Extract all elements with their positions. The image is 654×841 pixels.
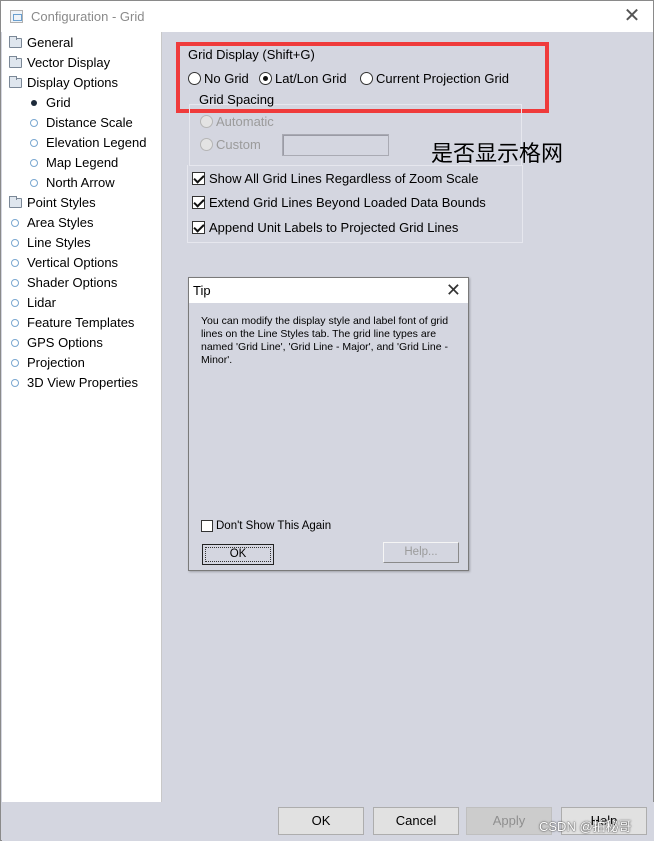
sidebar-item-label: Projection xyxy=(27,355,85,370)
sidebar-item-vertical-options[interactable]: Vertical Options xyxy=(2,253,160,273)
sidebar-item-display-options[interactable]: Display Options xyxy=(2,73,160,93)
circle-icon xyxy=(11,359,19,367)
circle-icon xyxy=(11,279,19,287)
sidebar-item-label: Area Styles xyxy=(27,215,94,230)
configuration-window: Configuration - Grid ✕ General Vector Di… xyxy=(0,0,654,841)
sidebar-item-label: General xyxy=(27,35,74,50)
sidebar-item-label: Vertical Options xyxy=(27,255,119,270)
checkbox-label: Don't Show This Again xyxy=(216,520,332,532)
sidebar-item-point-styles[interactable]: Point Styles xyxy=(2,193,160,213)
folder-open-icon xyxy=(9,76,22,88)
sidebar-item-3d-view-properties[interactable]: 3D View Properties xyxy=(2,373,160,393)
sidebar-item-label: GPS Options xyxy=(27,335,103,350)
close-icon[interactable]: ✕ xyxy=(619,4,645,28)
sidebar-item-line-styles[interactable]: Line Styles xyxy=(2,233,160,253)
sidebar-tree: General Vector Display Display Options G… xyxy=(2,32,162,802)
circle-icon xyxy=(11,319,19,327)
annotation-text: 是否显示格网 xyxy=(431,142,564,167)
tip-help-button[interactable]: Help... xyxy=(383,542,459,563)
sidebar-item-north-arrow[interactable]: North Arrow xyxy=(2,173,160,193)
tip-title: Tip xyxy=(193,283,211,298)
watermark: CSDN @拍秘哥 xyxy=(539,819,632,834)
sidebar-item-general[interactable]: General xyxy=(2,33,160,53)
checkbox-label: Extend Grid Lines Beyond Loaded Data Bou… xyxy=(209,195,486,210)
sidebar-item-label: North Arrow xyxy=(46,175,115,190)
tip-message: You can modify the display style and lab… xyxy=(201,315,449,366)
radio-label: Current Projection Grid xyxy=(376,71,509,86)
circle-icon xyxy=(11,219,19,227)
circle-icon xyxy=(11,239,19,247)
checkbox-label: Show All Grid Lines Regardless of Zoom S… xyxy=(209,171,479,186)
sidebar-item-elevation-legend[interactable]: Elevation Legend xyxy=(2,133,160,153)
custom-spacing-input[interactable] xyxy=(282,134,389,156)
radio-indicator xyxy=(200,115,213,128)
checkbox-label: Append Unit Labels to Projected Grid Lin… xyxy=(209,220,459,235)
sidebar-item-label: Grid xyxy=(46,95,71,110)
tip-title-bar: Tip ✕ xyxy=(189,278,468,303)
sidebar-item-gps-options[interactable]: GPS Options xyxy=(2,333,160,353)
bullet-icon xyxy=(31,100,37,106)
circle-icon xyxy=(30,179,38,187)
sidebar-item-label: Point Styles xyxy=(27,195,96,210)
circle-icon xyxy=(30,159,38,167)
sidebar-item-label: Distance Scale xyxy=(46,115,133,130)
title-bar: Configuration - Grid ✕ xyxy=(1,1,653,32)
sidebar-item-distance-scale[interactable]: Distance Scale xyxy=(2,113,160,133)
sidebar-item-shader-options[interactable]: Shader Options xyxy=(2,273,160,293)
sidebar-item-label: Shader Options xyxy=(27,275,118,290)
grid-spacing-title: Grid Spacing xyxy=(199,92,275,107)
sidebar-item-label: Display Options xyxy=(27,75,119,90)
tip-dialog: Tip ✕ You can modify the display style a… xyxy=(188,277,469,571)
radio-indicator xyxy=(360,72,373,85)
radio-indicator xyxy=(188,72,201,85)
sidebar-item-label: 3D View Properties xyxy=(27,375,139,390)
radio-indicator xyxy=(200,138,213,151)
sidebar-item-label: Map Legend xyxy=(46,155,119,170)
circle-icon xyxy=(11,339,19,347)
radio-label: Automatic xyxy=(216,114,274,129)
radio-label: Lat/Lon Grid xyxy=(275,71,347,86)
app-icon xyxy=(10,10,23,23)
window-title: Configuration - Grid xyxy=(31,9,145,24)
sidebar-item-projection[interactable]: Projection xyxy=(2,353,160,373)
folder-icon xyxy=(9,36,22,48)
sidebar-item-label: Feature Templates xyxy=(27,315,135,330)
radio-label: Custom xyxy=(216,137,261,152)
ok-button[interactable]: OK xyxy=(278,807,364,835)
cancel-button[interactable]: Cancel xyxy=(373,807,459,835)
folder-icon xyxy=(9,56,22,68)
sidebar-item-label: Lidar xyxy=(27,295,56,310)
circle-icon xyxy=(11,379,19,387)
tip-ok-button[interactable]: OK xyxy=(202,544,274,565)
sidebar-item-grid[interactable]: Grid xyxy=(2,93,160,113)
sidebar-item-label: Vector Display xyxy=(27,55,111,70)
close-icon[interactable]: ✕ xyxy=(446,278,461,303)
grid-display-group-title: Grid Display (Shift+G) xyxy=(188,47,315,62)
sidebar-item-lidar[interactable]: Lidar xyxy=(2,293,160,313)
radio-label: No Grid xyxy=(204,71,249,86)
circle-icon xyxy=(30,119,38,127)
sidebar-item-area-styles[interactable]: Area Styles xyxy=(2,213,160,233)
radio-indicator-selected xyxy=(259,72,272,85)
checkbox-indicator-checked xyxy=(192,221,205,234)
sidebar-item-label: Elevation Legend xyxy=(46,135,147,150)
sidebar-item-label: Line Styles xyxy=(27,235,91,250)
checkbox-indicator xyxy=(201,520,213,532)
circle-icon xyxy=(30,139,38,147)
sidebar-item-map-legend[interactable]: Map Legend xyxy=(2,153,160,173)
checkbox-indicator-checked xyxy=(192,196,205,209)
circle-icon xyxy=(11,299,19,307)
checkbox-indicator-checked xyxy=(192,172,205,185)
sidebar-item-vector-display[interactable]: Vector Display xyxy=(2,53,160,73)
folder-icon xyxy=(9,196,22,208)
circle-icon xyxy=(11,259,19,267)
sidebar-item-feature-templates[interactable]: Feature Templates xyxy=(2,313,160,333)
